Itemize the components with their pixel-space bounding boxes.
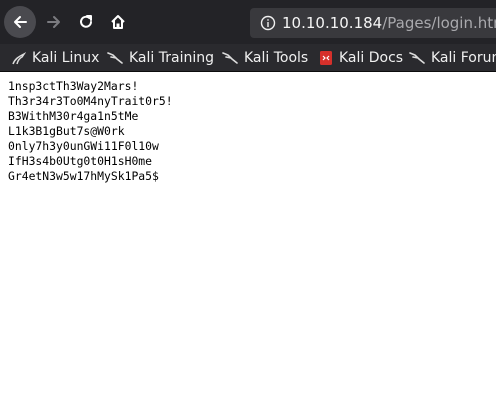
back-button[interactable] <box>4 6 36 38</box>
forward-button[interactable] <box>38 6 70 38</box>
bookmark-label: Kali Training <box>129 49 214 66</box>
text-line: 1nsp3ctTh3Way2Mars! <box>8 79 139 93</box>
text-line: Th3r34r3To0M4nyTrait0r5! <box>8 94 173 108</box>
url-path: /Pages/login.htm <box>382 14 496 32</box>
bookmark-kali-linux[interactable]: Kali Linux <box>12 44 99 71</box>
docs-icon <box>320 50 332 65</box>
bookmark-kali-tools[interactable]: Kali Tools <box>222 44 308 71</box>
bookmarks-toolbar: Kali Linux Kali Training Kali Tools Kali… <box>0 44 496 72</box>
bookmark-label: Kali Tools <box>244 49 309 66</box>
reload-button[interactable] <box>70 6 102 38</box>
home-button[interactable] <box>102 6 134 38</box>
kali-dragon-icon <box>222 51 238 64</box>
arrow-right-icon <box>47 16 60 28</box>
kali-dragon-icon <box>409 51 425 64</box>
browser-toolbar: 10.10.10.184/Pages/login.htm <box>0 0 496 44</box>
bookmark-label: Kali Docs <box>339 49 404 66</box>
url-text: 10.10.10.184/Pages/login.htm <box>282 14 496 32</box>
text-line: IfH3s4b0Utg0t0H1sH0me <box>8 154 153 168</box>
kali-dragon-icon <box>107 51 123 64</box>
text-line: 0nly7h3y0unGWi11F0l10w <box>8 139 159 153</box>
reload-icon <box>80 15 92 28</box>
bookmark-kali-forums[interactable]: Kali Forums <box>409 44 496 71</box>
bookmark-kali-training[interactable]: Kali Training <box>107 44 214 71</box>
url-host: 10.10.10.184 <box>282 14 383 32</box>
home-icon <box>111 15 125 29</box>
page-content: 1nsp3ctTh3Way2Mars! Th3r34r3To0M4nyTrait… <box>8 79 173 184</box>
text-line: Gr4etN3w5w17hMySk1Pa5$ <box>8 169 159 183</box>
text-line: B3WithM30r4ga1n5tMe <box>8 109 139 123</box>
bookmark-label: Kali Forums <box>431 49 496 66</box>
bookmark-label: Kali Linux <box>32 49 100 66</box>
text-line: L1k3B1gBut7s@W0rk <box>8 124 125 138</box>
bookmark-kali-docs[interactable]: Kali Docs <box>319 44 403 71</box>
address-bar[interactable]: 10.10.10.184/Pages/login.htm <box>250 8 496 38</box>
kali-dragon-icon <box>12 51 26 64</box>
info-icon[interactable] <box>260 15 276 31</box>
arrow-left-icon <box>14 16 27 28</box>
